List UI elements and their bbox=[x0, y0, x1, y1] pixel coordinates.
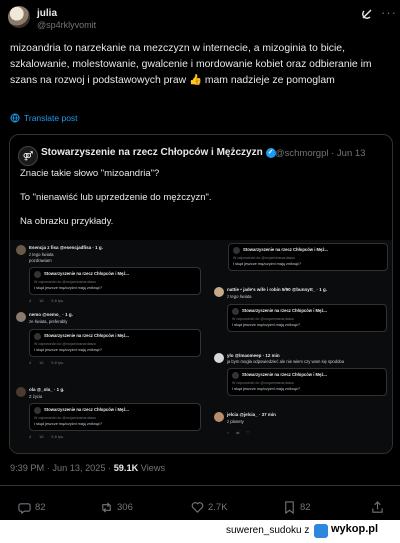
grok-icon[interactable] bbox=[361, 8, 373, 20]
quote-line-1: Znacie takie słowo "mizoandria"? bbox=[20, 168, 160, 179]
mini-avatar bbox=[214, 353, 224, 363]
author-handle[interactable]: @sp4rklyvomit bbox=[37, 20, 96, 30]
mini-quote-card: Stowarzyszenie na rzecz Chłopców i Męż..… bbox=[29, 403, 201, 431]
quote-line-2: To "nienawiść lub uprzedzenie do mężczyz… bbox=[20, 192, 212, 203]
mini-avatar bbox=[16, 387, 26, 397]
share-icon bbox=[372, 501, 383, 513]
mini-avatar bbox=[214, 412, 224, 422]
mini-text: pozdrawiam bbox=[29, 258, 52, 263]
mini-card-body: I skąd jeszcze mężczyźni mają zniknąć? bbox=[232, 387, 300, 391]
mini-name: Esencja z fisa @esencjadfisa · 1 g. bbox=[29, 245, 103, 250]
mini-card-title: Stowarzyszenie na rzecz Chłopców i Męż..… bbox=[44, 407, 129, 412]
mini-quote-card: Stowarzyszenie na rzecz Chłopców i Męż..… bbox=[227, 304, 387, 332]
mini-quote-card: Stowarzyszenie na rzecz Chłopców i Męż..… bbox=[227, 368, 387, 396]
heart-icon bbox=[191, 502, 204, 513]
bookmark-button[interactable]: 82 bbox=[283, 501, 311, 514]
views-label: Views bbox=[138, 463, 166, 473]
views-count: 59.1K bbox=[113, 463, 139, 473]
mini-card-sub: W odpowiedzi do @mojamlosnardasoc bbox=[34, 416, 97, 420]
mini-card-sub: W odpowiedzi do @mojamlosnardasoc bbox=[34, 280, 97, 284]
repost-icon bbox=[102, 502, 111, 513]
quote-line-3: Na obrazku przykłady. bbox=[20, 216, 114, 227]
mini-card-body: I skąd jeszcze mężczyźni mają zniknąć? bbox=[34, 286, 102, 290]
bookmark-count: 82 bbox=[300, 502, 311, 513]
like-count: 2.7K bbox=[208, 502, 228, 513]
mini-text: z tego świata bbox=[227, 294, 252, 299]
reply-button[interactable]: 82 bbox=[18, 501, 46, 514]
mini-text: z planety bbox=[227, 419, 244, 424]
action-bar: 82 306 2.7K 82 bbox=[0, 497, 400, 517]
mini-name: nemo @nemo_ · 1 g. bbox=[29, 312, 73, 317]
post-text: mizoandria to narzekanie na mezczyzn w i… bbox=[10, 43, 372, 86]
quoted-post[interactable]: ⚤ Stowarzyszenie na rzecz Chłopców i Męż… bbox=[9, 134, 393, 454]
post-timestamp[interactable]: 9:39 PM · Jun 13, 2025 · bbox=[10, 463, 114, 473]
mini-text: Z życia bbox=[29, 394, 43, 399]
mini-card-title: Stowarzyszenie na rzecz Chłopców i Męż..… bbox=[242, 308, 327, 313]
more-options-icon[interactable]: ··· bbox=[381, 5, 397, 20]
post: julia @sp4rklyvomit ··· mizoandria to na… bbox=[0, 0, 400, 520]
mini-avatar bbox=[214, 287, 224, 297]
mini-quote-card: Stowarzyszenie na rzecz Chłopców i Męż..… bbox=[29, 267, 201, 295]
mini-quote-card: Stowarzyszenie na rzecz Chłopców i Męż..… bbox=[228, 243, 388, 271]
mini-actions: 4 16 5,6 tys. bbox=[29, 434, 65, 439]
author-name[interactable]: julia bbox=[37, 8, 57, 19]
mini-quote-card: Stowarzyszenie na rzecz Chłopców i Męż..… bbox=[29, 329, 201, 357]
mini-card-title: Stowarzyszenie na rzecz Chłopców i Męż..… bbox=[44, 271, 129, 276]
repost-count: 306 bbox=[117, 502, 133, 513]
footer-site: wykop.pl bbox=[331, 523, 379, 535]
mini-name: nattie • jade's wife i robin 5/90 @bunny… bbox=[227, 287, 328, 292]
translate-label: Translate post bbox=[24, 113, 78, 123]
mini-card-sub: W odpowiedzi do @mojamlosnardasoc bbox=[232, 317, 295, 321]
translate-icon bbox=[10, 113, 20, 123]
quote-handle-date: @schmorgpl · Jun 13 bbox=[275, 148, 366, 159]
repost-button[interactable]: 306 bbox=[100, 501, 133, 514]
bookmark-icon bbox=[285, 501, 294, 514]
mini-avatar bbox=[16, 245, 26, 255]
wykop-logo-icon bbox=[314, 524, 328, 538]
mini-text: ja bym mogła odpowiedzieć ale nie wiem c… bbox=[227, 359, 345, 364]
mini-card-title: Stowarzyszenie na rzecz Chłopców i Męż..… bbox=[242, 372, 327, 377]
quote-screenshot-image[interactable]: Esencja z fisa @esencjadfisa · 1 g. z te… bbox=[10, 240, 392, 453]
wykop-footer: suweren_sudoku z wykop.pl bbox=[0, 520, 400, 543]
mini-card-body: I skąd jeszcze mężczyźni mają zniknąć? bbox=[233, 262, 301, 266]
mini-actions: ○ ⇄ ♡ bbox=[227, 430, 250, 435]
reply-count: 82 bbox=[35, 502, 46, 513]
mini-actions: 4 16 5,6 tys. bbox=[29, 360, 65, 365]
mini-actions: 4 16 5,6 tys. bbox=[29, 298, 65, 303]
mini-card-sub: W odpowiedzi do @mojamlosnardasoc bbox=[233, 256, 296, 260]
mini-name: jelcia @jelcia_ · 37 min bbox=[227, 412, 276, 417]
translate-link[interactable]: Translate post bbox=[10, 113, 78, 123]
mini-text: ze świata, preferably bbox=[29, 319, 68, 324]
quote-avatar: ⚤ bbox=[18, 146, 38, 166]
mini-card-title: Stowarzyszenie na rzecz Chłopców i Męż..… bbox=[44, 333, 129, 338]
divider bbox=[0, 485, 400, 486]
mini-name: ylo @lmaomeep · 12 min bbox=[227, 353, 280, 358]
reply-icon bbox=[18, 503, 31, 514]
post-meta: 9:39 PM · Jun 13, 2025 · 59.1K Views bbox=[10, 463, 165, 473]
mini-text: z tego świata bbox=[29, 252, 54, 257]
author-avatar[interactable] bbox=[8, 6, 30, 28]
mini-card-sub: W odpowiedzi do @mojamlosnardasoc bbox=[232, 381, 295, 385]
quote-author-name: Stowarzyszenie na rzecz Chłopców i Mężcz… bbox=[41, 147, 276, 158]
mini-name: ola @_ola_ · 1 g. bbox=[29, 387, 65, 392]
mini-card-body: I skąd jeszcze mężczyźni mają zniknąć? bbox=[232, 323, 300, 327]
footer-user: suweren_sudoku z bbox=[226, 525, 310, 536]
mini-card-title: Stowarzyszenie na rzecz Chłopców i Męż..… bbox=[243, 247, 328, 252]
mini-card-body: I skąd jeszcze mężczyźni mają zniknąć? bbox=[34, 348, 102, 352]
mini-card-sub: W odpowiedzi do @mojamlosnardasoc bbox=[34, 342, 97, 346]
mini-card-body: I skąd jeszcze mężczyźni mają zniknąć? bbox=[34, 422, 102, 426]
like-button[interactable]: 2.7K bbox=[191, 501, 228, 514]
mini-avatar bbox=[16, 312, 26, 322]
share-button[interactable] bbox=[371, 501, 384, 514]
